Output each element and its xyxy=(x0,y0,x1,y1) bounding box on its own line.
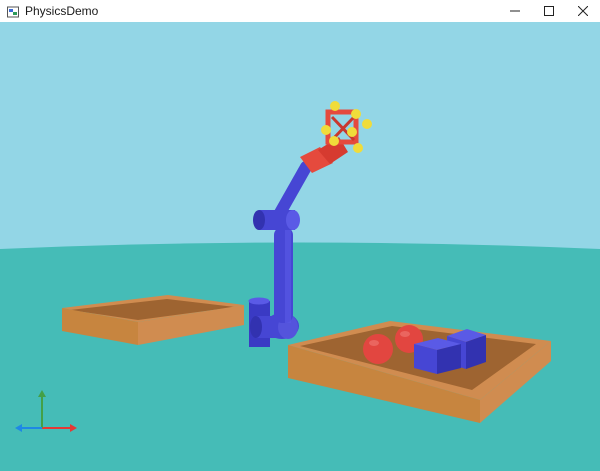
maximize-icon xyxy=(544,6,554,16)
app-window: PhysicsDemo xyxy=(0,0,600,471)
minimize-icon xyxy=(510,10,520,12)
sky xyxy=(0,22,600,262)
maximize-button[interactable] xyxy=(532,0,566,22)
cube xyxy=(414,338,461,374)
close-button[interactable] xyxy=(566,0,600,22)
3d-viewport[interactable] xyxy=(0,22,600,471)
app-icon xyxy=(7,5,19,18)
scene-canvas[interactable] xyxy=(0,22,600,471)
window-controls xyxy=(498,0,600,22)
ball xyxy=(363,334,393,364)
title-bar[interactable]: PhysicsDemo xyxy=(0,0,600,23)
window-title: PhysicsDemo xyxy=(25,4,99,18)
minimize-button[interactable] xyxy=(498,0,532,22)
close-icon xyxy=(578,6,588,16)
